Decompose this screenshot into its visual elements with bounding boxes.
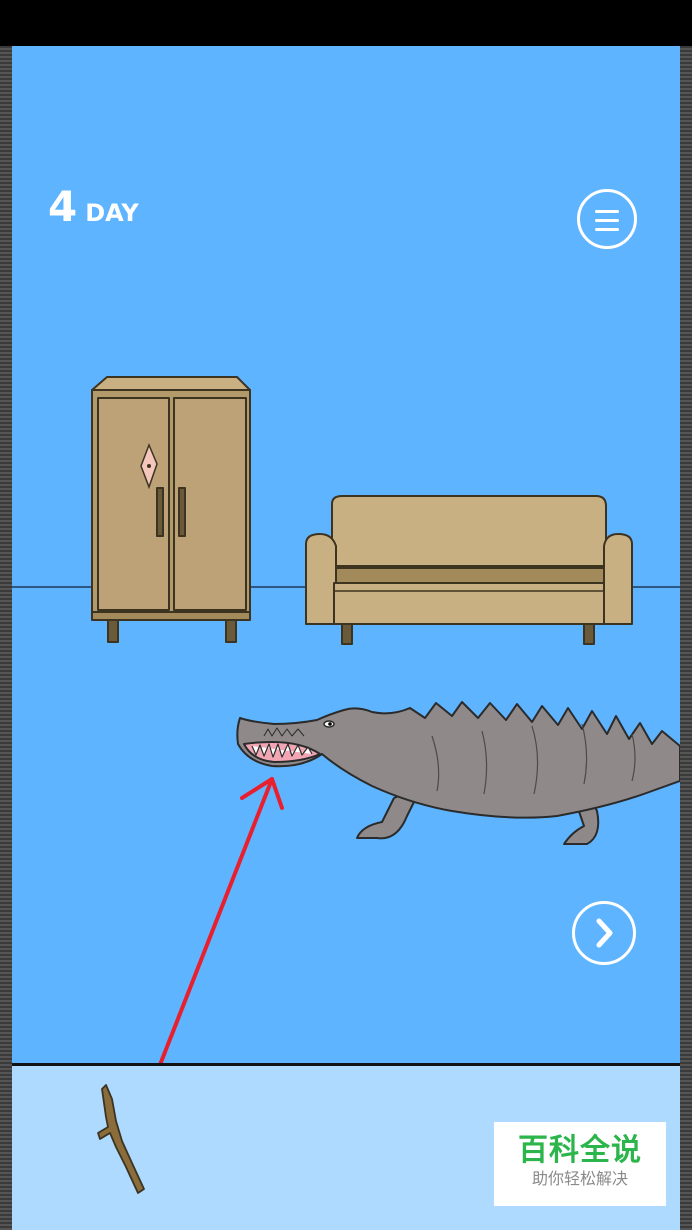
crocodile[interactable] — [236, 701, 680, 845]
watermark-title: 百科全说 — [518, 1133, 642, 1168]
chevron-right-icon — [596, 918, 613, 948]
inventory-item-stick[interactable] — [92, 1071, 172, 1201]
right-frame-edge — [680, 46, 692, 1230]
menu-button[interactable] — [577, 189, 637, 249]
hamburger-line — [595, 228, 619, 231]
watermark-subtitle: 助你轻松解决 — [531, 1169, 628, 1188]
left-frame-edge — [0, 46, 12, 1230]
next-scene-button[interactable] — [572, 901, 636, 965]
wardrobe[interactable] — [91, 376, 251, 643]
game-stage[interactable]: 4 DAY 百科全说 助你轻松解决 — [12, 46, 680, 1230]
status-bar — [0, 0, 692, 46]
day-label: DAY — [85, 199, 139, 227]
hamburger-menu-icon — [595, 210, 619, 213]
sofa[interactable] — [305, 495, 633, 645]
day-number: 4 — [48, 182, 78, 231]
day-counter: 4 DAY — [48, 186, 139, 228]
watermark: 百科全说 助你轻松解决 — [494, 1122, 666, 1206]
hamburger-line — [595, 219, 619, 222]
